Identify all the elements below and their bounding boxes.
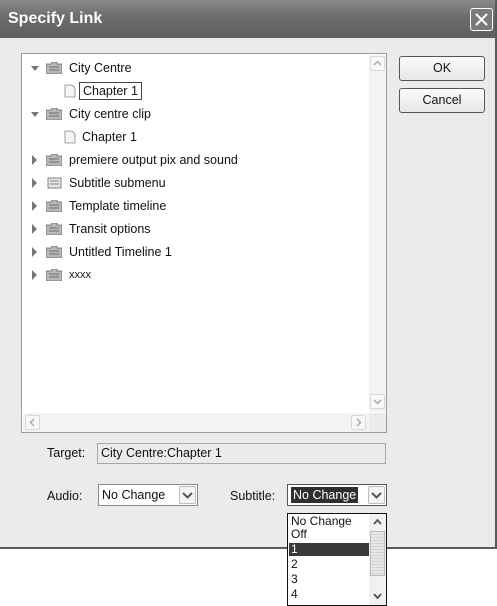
scroll-left-button[interactable] [25, 415, 40, 430]
close-x-icon [475, 13, 488, 26]
folder-icon [46, 223, 62, 235]
collapsed-arrow-icon[interactable] [29, 219, 41, 239]
tree-item-label: Chapter 1 [82, 130, 137, 144]
chevron-down-icon [371, 492, 382, 499]
tree-item-label: Subtitle submenu [69, 176, 166, 190]
link-tree[interactable]: City Centre Chapter 1 City centre clip C… [21, 53, 387, 433]
audio-select-value: No Change [102, 488, 166, 502]
folder-icon [46, 62, 62, 74]
collapsed-arrow-icon[interactable] [29, 242, 41, 262]
menu-icon [47, 177, 62, 189]
tree-item-label: Untitled Timeline 1 [69, 245, 172, 259]
dialog-title: Specify Link [8, 10, 103, 27]
subtitle-select-value: No Change [291, 487, 359, 503]
page-icon [64, 130, 76, 144]
chevron-up-icon [373, 60, 382, 66]
collapsed-arrow-icon[interactable] [29, 173, 41, 193]
collapsed-arrow-icon[interactable] [29, 265, 41, 285]
subtitle-option-4[interactable]: 4 [289, 588, 369, 601]
expanded-arrow-icon[interactable] [29, 104, 41, 124]
audio-select[interactable]: No Change [98, 484, 198, 506]
subtitle-dropdown-button[interactable] [368, 486, 385, 504]
title-bar[interactable]: Specify Link [0, 0, 495, 38]
folder-icon [46, 246, 62, 258]
tree-item-label: City Centre [69, 61, 132, 75]
ok-button[interactable]: OK [399, 56, 485, 81]
collapsed-arrow-icon[interactable] [29, 196, 41, 216]
tree-item-label: Template timeline [69, 199, 167, 213]
subtitle-option-3[interactable]: 3 [289, 573, 369, 586]
dropdown-scrollbar[interactable] [369, 514, 386, 605]
cancel-button[interactable]: Cancel [399, 88, 485, 113]
tree-item-label: Chapter 1 [79, 82, 142, 100]
folder-icon [46, 269, 62, 281]
audio-dropdown-button[interactable] [179, 486, 196, 504]
tree-item-label: xxxx [69, 269, 91, 281]
tree-item-label: Transit options [69, 222, 151, 236]
chevron-down-icon [373, 399, 382, 405]
specify-link-dialog: Specify Link City Centre Chapter 1 City … [0, 0, 497, 549]
folder-icon [46, 108, 62, 120]
close-button[interactable] [470, 8, 493, 31]
scrollbar-corner [369, 413, 386, 432]
audio-label: Audio: [47, 489, 83, 503]
scroll-right-button[interactable] [351, 415, 366, 430]
target-label: Target: [47, 446, 86, 460]
subtitle-select[interactable]: No Change [287, 484, 387, 506]
chevron-down-icon[interactable] [371, 590, 384, 602]
page-icon [64, 84, 76, 98]
tree-vertical-scrollbar[interactable] [369, 55, 386, 412]
scroll-up-button[interactable] [370, 56, 385, 71]
tree-item-label: premiere output pix and sound [69, 153, 238, 167]
chevron-down-icon [182, 492, 193, 499]
chevron-up-icon[interactable] [371, 516, 384, 528]
folder-icon [46, 200, 62, 212]
collapsed-arrow-icon[interactable] [29, 150, 41, 170]
tree-item-label: City centre clip [69, 107, 151, 121]
subtitle-dropdown-list[interactable]: No Change Off 1 2 3 4 [287, 513, 387, 606]
subtitle-option-off[interactable]: Off [289, 528, 369, 541]
subtitle-option-2[interactable]: 2 [289, 558, 369, 571]
expanded-arrow-icon[interactable] [29, 58, 41, 78]
scroll-down-button[interactable] [370, 394, 385, 409]
chevron-right-icon [356, 418, 362, 427]
chevron-left-icon [29, 418, 35, 427]
subtitle-option-1[interactable]: 1 [289, 543, 369, 556]
dropdown-scroll-thumb[interactable] [370, 531, 385, 576]
subtitle-label: Subtitle: [230, 489, 276, 503]
folder-icon [46, 154, 62, 166]
tree-horizontal-scrollbar[interactable] [23, 413, 369, 432]
target-field: City Centre:Chapter 1 [97, 443, 386, 464]
